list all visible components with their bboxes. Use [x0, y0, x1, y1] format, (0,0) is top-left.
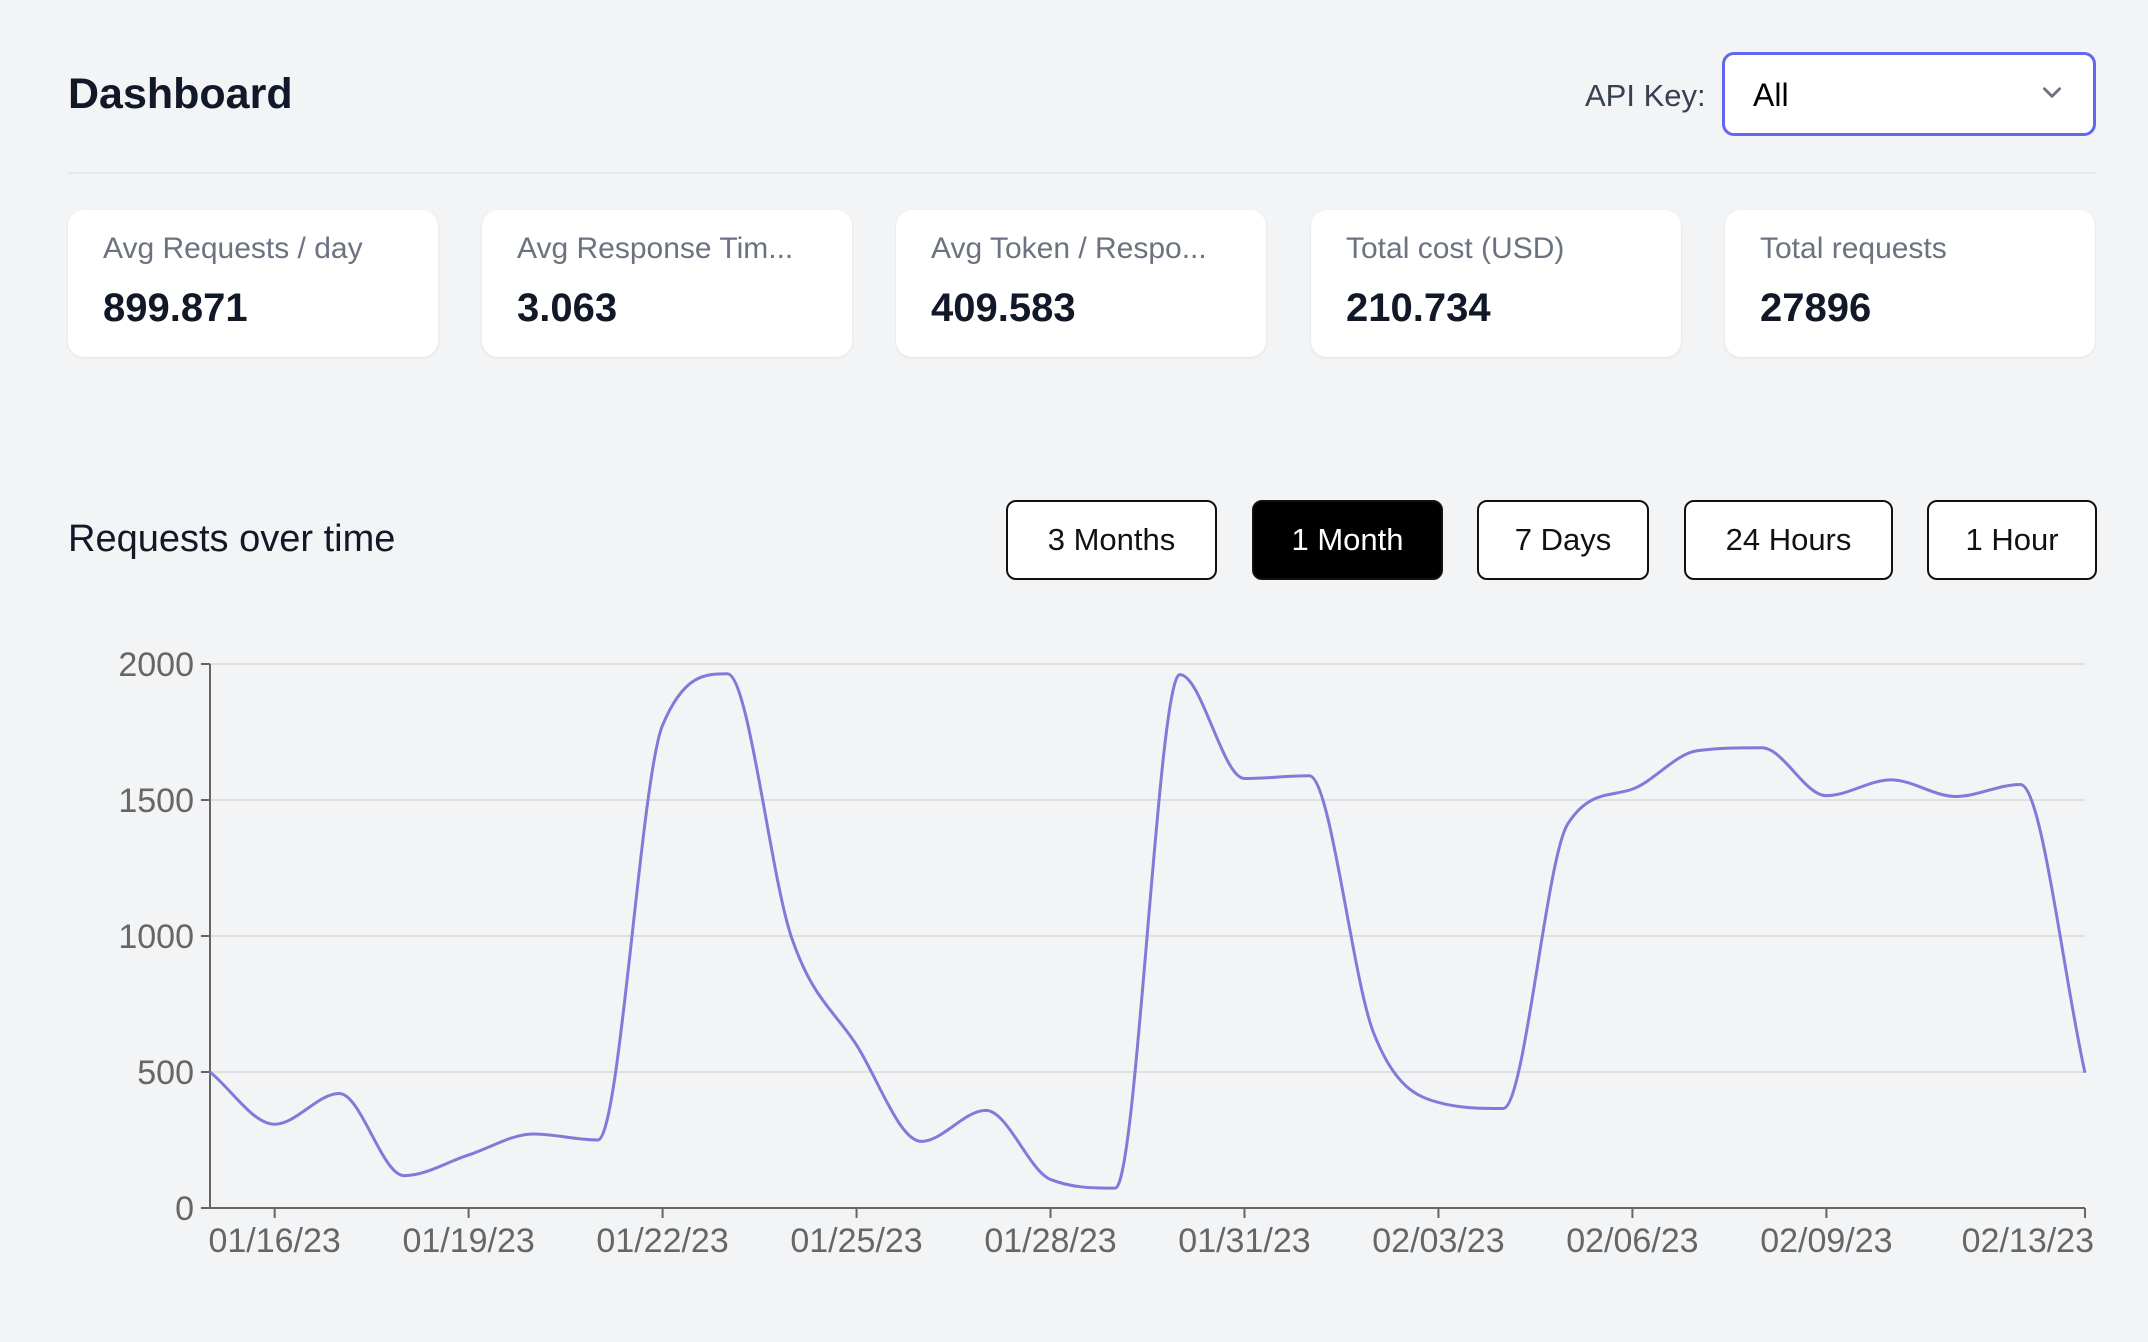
y-tick-label: 0 [175, 1190, 194, 1228]
stat-value: 27896 [1760, 286, 1872, 330]
stat-card-avg-response-time: Avg Response Tim... 3.063 [482, 210, 852, 357]
x-tick-label: 01/28/23 [984, 1222, 1116, 1260]
stat-value: 899.871 [103, 286, 248, 330]
stat-label: Avg Requests / day [103, 232, 363, 265]
x-tick-label: 01/16/23 [208, 1222, 340, 1260]
range-1-hour-button[interactable]: 1 Hour [1927, 500, 2097, 580]
stat-value: 409.583 [931, 286, 1076, 330]
y-tick-label: 1500 [118, 782, 194, 820]
range-1-month-button[interactable]: 1 Month [1252, 500, 1443, 580]
x-tick-label: 01/31/23 [1178, 1222, 1310, 1260]
axes [201, 663, 2086, 1218]
y-tick-label: 500 [137, 1054, 194, 1092]
requests-series-line [209, 672, 2087, 1190]
y-tick-label: 1000 [118, 918, 194, 956]
stat-value: 3.063 [517, 286, 618, 330]
stat-label: Avg Response Tim... [517, 232, 794, 265]
stat-card-total-requests: Total requests 27896 [1725, 210, 2095, 357]
x-tick-label: 01/19/23 [402, 1222, 534, 1260]
section-title: Requests over time [68, 518, 396, 560]
grid-lines [210, 663, 2085, 1073]
stat-label: Avg Token / Respo... [931, 232, 1207, 265]
stat-label: Total requests [1760, 232, 1947, 265]
x-tick-label: 02/03/23 [1372, 1222, 1504, 1260]
stat-card-total-cost: Total cost (USD) 210.734 [1311, 210, 1681, 357]
y-axis-labels: 0 500 1000 1500 2000 [118, 646, 194, 1228]
api-key-selected-value: All [1753, 77, 1789, 113]
x-tick-label: 02/09/23 [1760, 1222, 1892, 1260]
stat-card-avg-requests: Avg Requests / day 899.871 [68, 210, 438, 357]
api-key-select[interactable]: All [1722, 52, 2096, 136]
stat-label: Total cost (USD) [1346, 232, 1565, 265]
requests-line-chart: 0 500 1000 1500 2000 01/16/23 01/19/23 01/22/2… [118, 646, 2094, 1260]
chevron-down-icon [2043, 87, 2061, 98]
api-key-label: API Key: [1585, 78, 1706, 113]
x-tick-label: 01/22/23 [596, 1222, 728, 1260]
x-tick-label: 01/25/23 [790, 1222, 922, 1260]
page-title: Dashboard [68, 70, 293, 118]
x-tick-label: 02/06/23 [1566, 1222, 1698, 1260]
header-divider [68, 172, 2096, 174]
range-24-hours-button[interactable]: 24 Hours [1684, 500, 1893, 580]
stat-card-avg-tokens: Avg Token / Respo... 409.583 [896, 210, 1266, 357]
range-3-months-button[interactable]: 3 Months [1006, 500, 1217, 580]
range-7-days-button[interactable]: 7 Days [1477, 500, 1649, 580]
stat-value: 210.734 [1346, 286, 1491, 330]
x-axis-labels: 01/16/23 01/19/23 01/22/23 01/25/23 01/28/23… [208, 1222, 2094, 1260]
y-tick-label: 2000 [118, 646, 194, 684]
x-tick-label: 02/13/23 [1962, 1222, 2094, 1260]
